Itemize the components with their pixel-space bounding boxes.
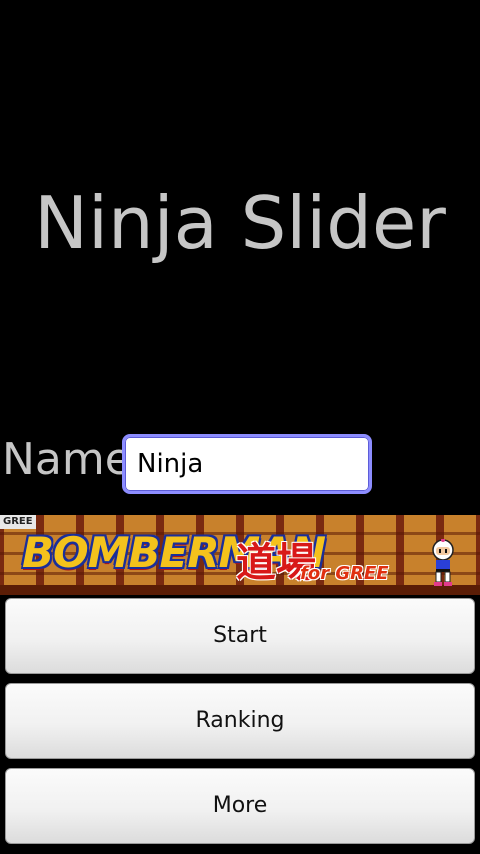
app-title: Ninja Slider	[34, 181, 446, 265]
start-button[interactable]: Start	[5, 598, 475, 674]
main-screen: Ninja Slider Name GREE BOMBERMAN 道場 for …	[0, 0, 480, 854]
name-label: Name	[2, 434, 132, 485]
ranking-button[interactable]: Ranking	[5, 683, 475, 759]
more-button[interactable]: More	[5, 768, 475, 844]
ad-banner[interactable]: GREE BOMBERMAN 道場 for GREE	[0, 515, 480, 595]
bomberman-mascot-icon	[432, 539, 454, 586]
name-input[interactable]	[122, 434, 372, 494]
banner-game-subtitle-tag: for GREE	[300, 563, 389, 584]
